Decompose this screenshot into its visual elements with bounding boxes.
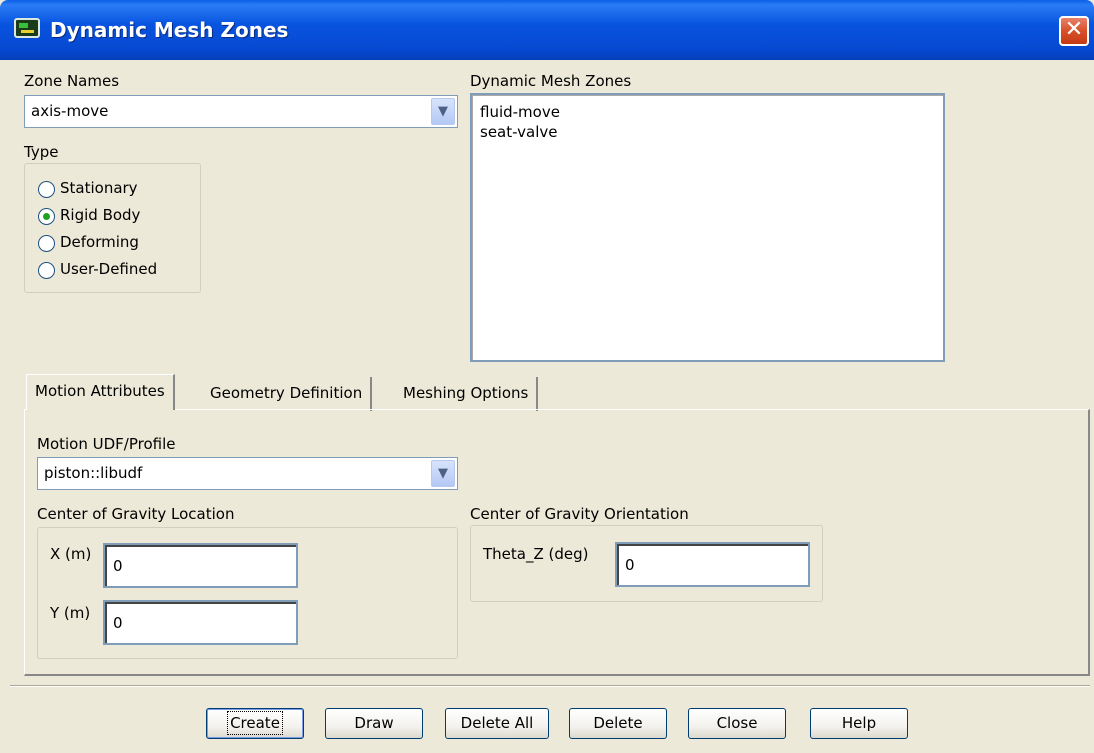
list-item[interactable]: fluid-move (480, 103, 560, 121)
motion-udf-label: Motion UDF/Profile (37, 435, 176, 453)
zone-names-value: axis-move (31, 102, 109, 120)
theta-z-input[interactable]: 0 (615, 542, 810, 587)
zone-names-dropdown[interactable]: axis-move ▼ (24, 95, 458, 128)
radio-button-icon (38, 262, 55, 279)
dynamic-mesh-zones-label: Dynamic Mesh Zones (470, 72, 632, 90)
motion-udf-dropdown[interactable]: piston::libudf ▼ (37, 457, 458, 490)
zone-names-label: Zone Names (24, 72, 120, 90)
delete-all-button[interactable]: Delete All (445, 708, 549, 739)
chevron-down-icon[interactable]: ▼ (431, 460, 455, 487)
motion-udf-value: piston::libudf (44, 464, 143, 482)
y-input[interactable]: 0 (103, 600, 298, 645)
theta-z-label: Theta_Z (deg) (483, 545, 589, 563)
chevron-down-icon[interactable]: ▼ (431, 98, 455, 125)
x-input[interactable]: 0 (103, 543, 298, 588)
tab-meshing-options[interactable]: Meshing Options (395, 377, 539, 411)
dynamic-mesh-zones-list[interactable]: fluid-move seat-valve (470, 93, 945, 362)
close-icon: ✕ (1064, 17, 1084, 42)
radio-button-checked-icon (38, 208, 55, 225)
radio-button-icon (38, 181, 55, 198)
y-label: Y (m) (50, 604, 91, 622)
help-button[interactable]: Help (810, 708, 908, 739)
title-bar[interactable]: Dynamic Mesh Zones ✕ (0, 0, 1094, 60)
close-button[interactable]: Close (688, 708, 786, 739)
app-icon (14, 18, 40, 38)
x-label: X (m) (50, 545, 92, 563)
tab-motion-attributes[interactable]: Motion Attributes (26, 374, 175, 410)
cog-orientation-label: Center of Gravity Orientation (470, 505, 689, 523)
window-title: Dynamic Mesh Zones (50, 18, 289, 42)
delete-button[interactable]: Delete (569, 708, 667, 739)
create-button[interactable]: Create (206, 708, 304, 739)
separator (10, 685, 1090, 687)
radio-button-icon (38, 235, 55, 252)
close-window-button[interactable]: ✕ (1059, 16, 1089, 46)
tab-geometry-definition[interactable]: Geometry Definition (202, 377, 373, 411)
list-item[interactable]: seat-valve (480, 123, 557, 141)
cog-location-label: Center of Gravity Location (37, 505, 235, 523)
draw-button[interactable]: Draw (325, 708, 423, 739)
type-label: Type (24, 143, 59, 161)
